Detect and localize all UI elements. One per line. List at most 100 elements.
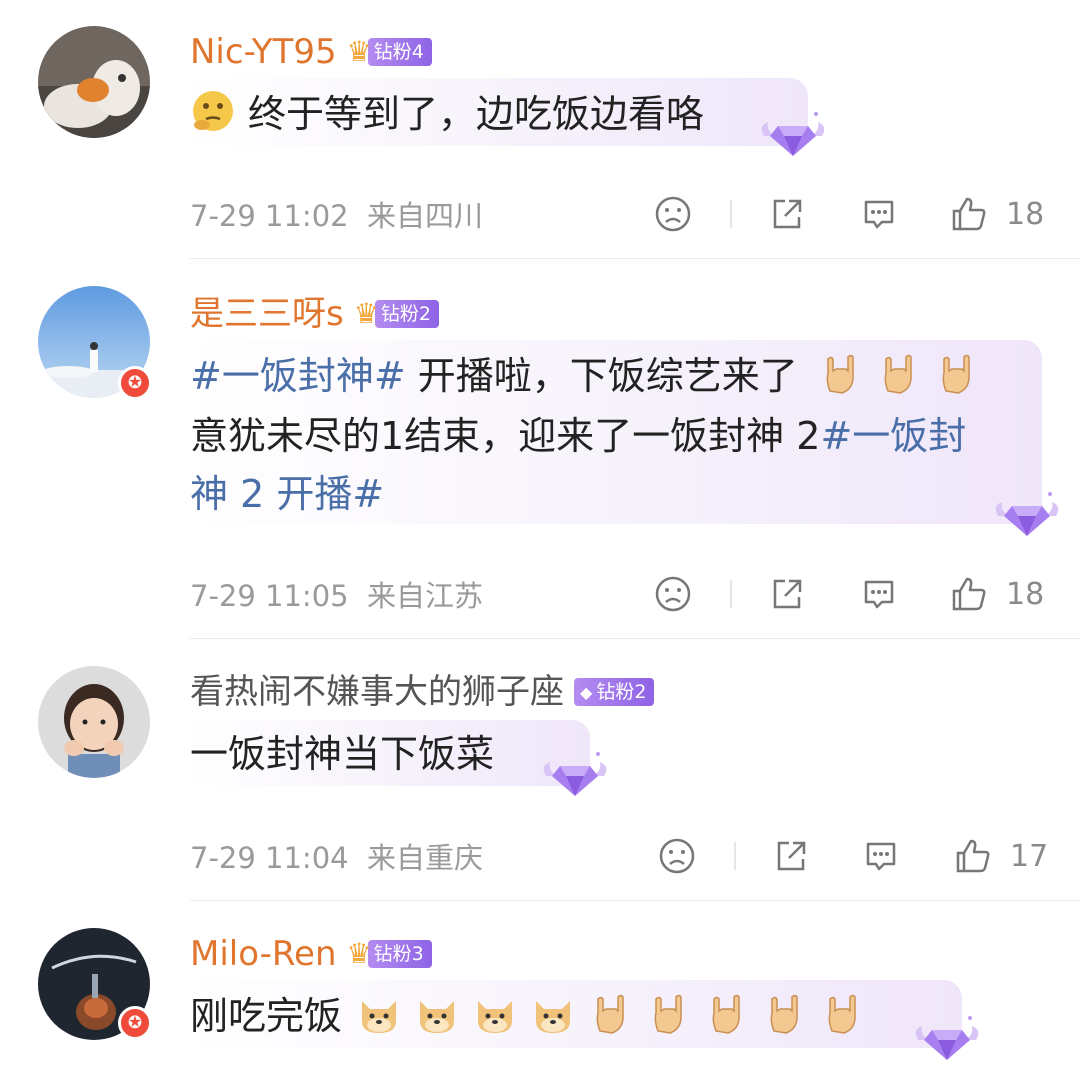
name-row: 是三三呀s ♛ 钻粉2 — [190, 292, 439, 336]
username[interactable]: Nic-YT95 — [190, 30, 337, 74]
comment-text: 终于等到了，边吃饭边看咯 — [190, 88, 704, 140]
crown-icon: ♛ — [346, 35, 372, 68]
like-button[interactable]: 18 — [950, 194, 1044, 234]
comment-text-content: 意犹未尽的1结束，迎来了一饭封神 2 — [190, 414, 821, 458]
fan-badge-label: ◆ 钻粉2 — [574, 678, 655, 706]
fan-badge[interactable]: ♛ 钻粉3 — [347, 940, 432, 968]
divider — [734, 842, 736, 870]
rock-hand-icon — [876, 351, 922, 397]
comment-button[interactable] — [860, 574, 898, 614]
rock-hand-icon — [588, 991, 634, 1037]
timestamp-location: 7-29 11:04 来自重庆 — [190, 835, 1040, 877]
fan-badge-label: 钻粉2 — [374, 300, 439, 328]
like-count: 18 — [1006, 196, 1045, 232]
diamond-gem-icon — [990, 488, 1064, 544]
fan-badge[interactable]: ♛ 钻粉2 — [354, 300, 439, 328]
comment-button[interactable] — [862, 836, 900, 876]
dislike-button[interactable] — [658, 836, 696, 876]
comment-icon — [866, 842, 896, 871]
username[interactable]: Milo-Ren — [190, 932, 337, 976]
comment-item: ✪ 是三三呀s ♛ 钻粉2 #一饭封神# 开播啦，下饭综艺来了 意犹未尽的1结束… — [0, 260, 1080, 640]
separator — [190, 258, 1080, 259]
diamond-icon: ◆ — [580, 683, 593, 702]
location: 来自四川 — [367, 199, 484, 233]
timestamp: 7-29 11:02 — [190, 199, 349, 233]
thumbs-up-icon — [952, 197, 986, 231]
share-icon — [773, 199, 802, 229]
rock-hand-icon — [762, 991, 808, 1037]
doge-icon — [414, 991, 460, 1037]
topic-tag-link[interactable]: #一饭封 — [820, 414, 966, 458]
frown-face-icon — [655, 576, 691, 612]
comment-icon — [864, 580, 894, 609]
comment-text-line: #一饭封神# 开播啦，下饭综艺来了 — [190, 350, 992, 402]
meta-row: 7-29 11:05 来自江苏 — [190, 574, 1040, 614]
like-button[interactable]: 18 — [950, 574, 1044, 614]
diamond-gem-icon — [756, 108, 830, 164]
share-button[interactable] — [768, 194, 806, 234]
share-button[interactable] — [768, 574, 806, 614]
thumbs-up-icon — [956, 839, 990, 873]
timestamp-location: 7-29 11:02 来自四川 — [190, 193, 1040, 235]
username[interactable]: 看热闹不嫌事大的狮子座 — [190, 670, 564, 714]
doge-icon — [472, 991, 518, 1037]
divider — [730, 200, 732, 228]
frown-face-icon — [655, 196, 691, 232]
share-button[interactable] — [772, 836, 810, 876]
fan-badge[interactable]: ♛ 钻粉4 — [347, 38, 432, 66]
verified-badge-icon: ✪ — [118, 366, 152, 400]
like-count: 18 — [1006, 576, 1045, 612]
name-row: Nic-YT95 ♛ 钻粉4 — [190, 30, 432, 74]
fan-badge[interactable]: ◆ 钻粉2 — [574, 678, 655, 706]
like-button[interactable]: 17 — [954, 836, 1048, 876]
fan-badge-text: 钻粉2 — [596, 681, 647, 703]
comment-text: 刚吃完饭 — [190, 990, 878, 1042]
comment-text: 一饭封神当下饭菜 — [190, 728, 494, 780]
meta-row: 7-29 11:02 来自四川 — [190, 194, 1040, 234]
diamond-gem-icon — [910, 1012, 984, 1068]
topic-tag-link[interactable]: #一饭封神# — [190, 354, 406, 398]
share-icon — [777, 841, 806, 871]
comment-icon — [864, 200, 894, 229]
verified-badge-icon: ✪ — [118, 1006, 152, 1040]
separator — [190, 900, 1080, 901]
thumbs-up-icon — [952, 577, 986, 611]
diamond-gem-icon — [538, 748, 612, 804]
topic-tag-link[interactable]: 神 2 开播# — [190, 472, 384, 516]
comment-item: ✪ Milo-Ren ♛ 钻粉3 刚吃完饭 — [0, 902, 1080, 1084]
separator — [190, 638, 1080, 639]
location: 来自江苏 — [367, 579, 484, 613]
avatar[interactable] — [38, 26, 150, 138]
comment-text-line: 神 2 开播# — [190, 468, 384, 520]
comment-text-line: 意犹未尽的1结束，迎来了一饭封神 2#一饭封 — [190, 410, 966, 462]
dislike-button[interactable] — [654, 574, 692, 614]
comment-text-content: 刚吃完饭 — [190, 994, 343, 1038]
comment-item: Nic-YT95 ♛ 钻粉4 终于等到了，边吃饭边看咯 7-29 11:02 来… — [0, 0, 1080, 260]
fan-badge-label: 钻粉4 — [367, 38, 432, 66]
doge-icon — [530, 991, 576, 1037]
comment-text-content: 开播啦，下饭综艺来了 — [405, 354, 798, 398]
crown-icon: ♛ — [353, 297, 379, 330]
meta-row: 7-29 11:04 来自重庆 — [190, 836, 1040, 876]
name-row: 看热闹不嫌事大的狮子座 ◆ 钻粉2 — [190, 670, 655, 714]
comment-item: 看热闹不嫌事大的狮子座 ◆ 钻粉2 一饭封神当下饭菜 7-29 11:04 来自重… — [0, 640, 1080, 902]
rock-hand-icon — [646, 991, 692, 1037]
timestamp: 7-29 11:04 — [190, 841, 349, 875]
avatar[interactable] — [38, 666, 150, 778]
frown-face-icon — [659, 838, 695, 874]
fan-badge-label: 钻粉3 — [367, 940, 432, 968]
doge-icon — [356, 991, 402, 1037]
name-row: Milo-Ren ♛ 钻粉3 — [190, 932, 432, 976]
rock-hand-icon — [820, 991, 866, 1037]
timestamp-location: 7-29 11:05 来自江苏 — [190, 573, 1040, 615]
like-count: 17 — [1010, 838, 1049, 874]
crown-icon: ♛ — [346, 937, 372, 970]
comment-button[interactable] — [860, 194, 898, 234]
thinking-face-icon — [190, 89, 236, 135]
dislike-button[interactable] — [654, 194, 692, 234]
timestamp: 7-29 11:05 — [190, 579, 349, 613]
rock-hand-icon — [704, 991, 750, 1037]
rock-hand-icon — [934, 351, 980, 397]
username[interactable]: 是三三呀s — [190, 292, 344, 336]
comment-text-content: 终于等到了，边吃饭边看咯 — [248, 92, 705, 136]
